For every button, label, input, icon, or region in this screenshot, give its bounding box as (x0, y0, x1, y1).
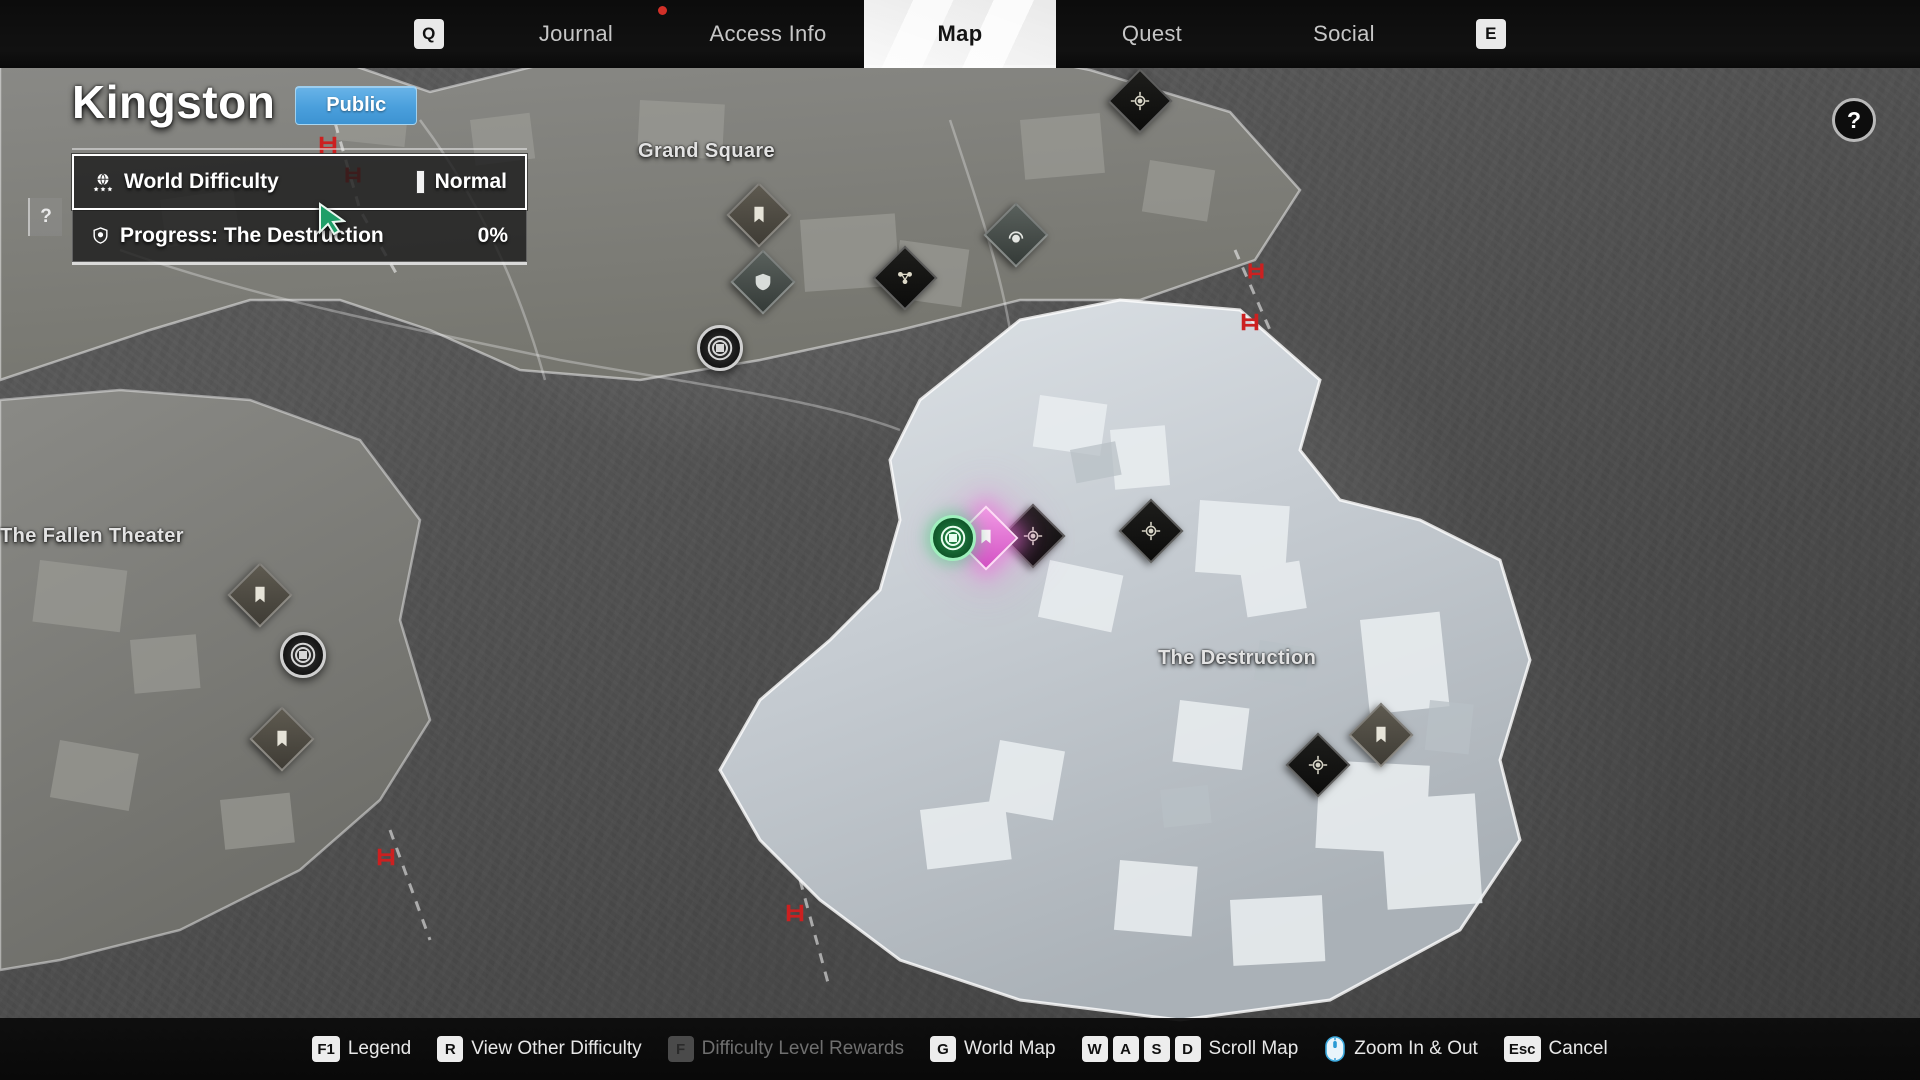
fast-travel-icon (288, 640, 318, 670)
quest-icon (975, 527, 997, 549)
keycap-f: F (667, 1036, 694, 1062)
hint-scroll-map[interactable]: W A S D Scroll Map (1081, 1036, 1299, 1062)
tab-social[interactable]: Social (1248, 0, 1440, 68)
bookmark-icon (271, 728, 293, 750)
hint-label: World Map (964, 1038, 1056, 1059)
keycap-d: D (1174, 1036, 1201, 1062)
top-navigation-bar: Q Journal Access Info Map Quest Social E (0, 0, 1920, 68)
session-visibility-badge[interactable]: Public (295, 85, 418, 125)
panel-divider (72, 148, 527, 151)
keycap-group-wasd: W A S D (1081, 1036, 1201, 1062)
keycap-w: W (1081, 1036, 1108, 1062)
progress-bar-track (72, 262, 527, 266)
hint-cancel[interactable]: Esc Cancel (1503, 1036, 1608, 1062)
fast-travel-marker[interactable] (697, 325, 743, 371)
hint-difficulty-level-rewards: F Difficulty Level Rewards (667, 1036, 905, 1062)
outpost-marker[interactable] (872, 245, 938, 311)
bookmark-marker[interactable] (1348, 702, 1414, 768)
keycap-f1: F1 (312, 1036, 340, 1062)
hint-world-map[interactable]: G World Map (930, 1036, 1056, 1062)
keycap-s: S (1143, 1036, 1170, 1062)
journal-notification-dot (658, 6, 667, 15)
hint-label: Zoom In & Out (1354, 1038, 1478, 1059)
blockade-marker[interactable] (375, 845, 397, 869)
hint-label: View Other Difficulty (471, 1038, 642, 1059)
globe-stars-icon (92, 171, 114, 193)
keybinding-hint-bar: F1 Legend R View Other Difficulty F Diff… (0, 1018, 1920, 1080)
fast-travel-icon (705, 333, 735, 363)
hint-legend[interactable]: F1 Legend (312, 1036, 411, 1062)
crosshair-icon (1140, 520, 1162, 542)
radio-icon (1005, 224, 1027, 246)
blockade-marker[interactable] (784, 901, 806, 925)
keycap-g: G (930, 1036, 957, 1062)
hint-label: Difficulty Level Rewards (701, 1038, 905, 1059)
bookmark-marker[interactable] (227, 562, 293, 628)
hint-label: Cancel (1548, 1038, 1608, 1059)
bookmark-icon (249, 584, 271, 606)
progress-value: 0% (477, 223, 508, 247)
shield-marker[interactable] (730, 249, 796, 315)
nav-prev-key[interactable]: Q (414, 19, 444, 49)
progress-row: Progress: The Destruction 0% (72, 210, 527, 263)
bookmark-marker[interactable] (726, 182, 792, 248)
world-difficulty-row[interactable]: World Difficulty Normal (72, 154, 527, 211)
radio-marker[interactable] (983, 202, 1049, 268)
hint-label: Legend (347, 1038, 412, 1059)
keycap-a: A (1112, 1036, 1139, 1062)
blockade-marker[interactable] (1245, 259, 1267, 283)
nav-next-key[interactable]: E (1476, 19, 1506, 49)
map-screen: Grand Square The Fallen Theater The Dest… (0, 0, 1920, 1080)
crosshair-icon (1307, 754, 1329, 776)
hint-zoom[interactable]: Zoom In & Out (1324, 1035, 1478, 1063)
map-label: The Fallen Theater (0, 525, 184, 547)
bookmark-icon (1370, 724, 1392, 746)
blockade-marker[interactable] (1239, 310, 1261, 334)
difficulty-tier-indicator (415, 170, 425, 195)
hint-view-other-difficulty[interactable]: R View Other Difficulty (437, 1036, 642, 1062)
mouse-wheel-icon (1324, 1035, 1346, 1063)
location-info-panel: Kingston Public World Difficulty Normal … (72, 76, 532, 266)
fast-travel-icon (938, 523, 968, 553)
keycap-esc: Esc (1503, 1036, 1541, 1062)
fast-travel-marker[interactable] (280, 632, 326, 678)
mouse-cursor (319, 202, 346, 236)
shield-icon (752, 271, 774, 293)
world-difficulty-label: World Difficulty (124, 170, 279, 194)
edge-help-marker[interactable]: ? (28, 198, 62, 236)
map-label: The Destruction (1158, 647, 1317, 669)
help-button[interactable]: ? (1832, 98, 1876, 142)
world-difficulty-value: Normal (434, 170, 507, 194)
player-position-marker[interactable] (930, 515, 976, 561)
outpost-icon (894, 267, 916, 289)
crosshair-marker[interactable] (1118, 498, 1184, 564)
bookmark-marker[interactable] (249, 706, 315, 772)
tab-quest[interactable]: Quest (1056, 0, 1248, 68)
crosshair-marker[interactable] (1285, 732, 1351, 798)
crosshair-icon (1129, 90, 1151, 112)
bookmark-icon (748, 204, 770, 226)
shield-icon (91, 226, 110, 245)
page-title: Kingston (72, 76, 276, 128)
tab-access-info[interactable]: Access Info (672, 0, 864, 68)
crosshair-icon (1022, 525, 1044, 547)
map-label: Grand Square (638, 140, 776, 162)
keycap-r: R (437, 1036, 464, 1062)
hint-label: Scroll Map (1208, 1038, 1299, 1059)
tab-map[interactable]: Map (864, 0, 1056, 68)
objective-marker[interactable] (1107, 68, 1173, 134)
tab-journal[interactable]: Journal (480, 0, 672, 68)
